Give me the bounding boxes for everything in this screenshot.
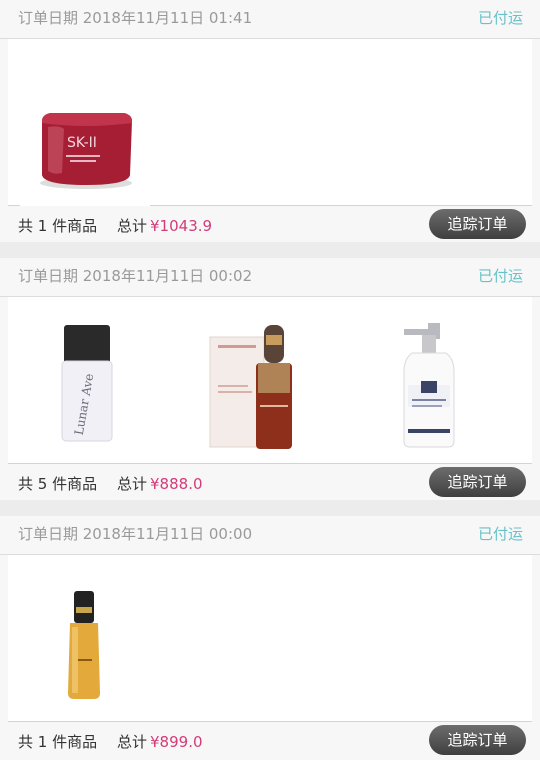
track-order-button[interactable]: 追踪订单 bbox=[429, 209, 526, 239]
item-count: 共 1 件商品 bbox=[18, 217, 98, 235]
total-amount: ¥1043.9 bbox=[150, 217, 213, 235]
sk2-cream-jar-icon: SK-II bbox=[40, 113, 132, 189]
order-footer: 共 5 件商品 总计 ¥888.0 追踪订单 bbox=[0, 464, 540, 502]
product-image[interactable] bbox=[378, 315, 488, 455]
order-total: 总计 ¥888.0 bbox=[117, 473, 203, 494]
order-card: 订单日期 2018年11月11日 01:41 已付运 SK-II 共 1 件商品… bbox=[0, 0, 540, 244]
product-image[interactable] bbox=[198, 315, 308, 455]
product-thumbnails[interactable]: SK-II bbox=[8, 39, 532, 209]
order-total: 总计 ¥899.0 bbox=[117, 731, 203, 752]
svg-text:SK-II: SK-II bbox=[67, 135, 97, 151]
order-header: 订单日期 2018年11月11日 00:00 已付运 bbox=[0, 516, 540, 555]
product-image[interactable] bbox=[18, 563, 152, 713]
gold-serum-bottle-icon bbox=[68, 591, 100, 699]
order-date: 订单日期 2018年11月11日 01:41 bbox=[18, 9, 253, 27]
order-header: 订单日期 2018年11月11日 01:41 已付运 bbox=[0, 0, 540, 39]
order-date: 订单日期 2018年11月11日 00:00 bbox=[18, 525, 253, 543]
order-date: 订单日期 2018年11月11日 00:02 bbox=[18, 267, 253, 285]
pump-lotion-bottle-icon bbox=[403, 323, 455, 448]
order-header: 订单日期 2018年11月11日 00:02 已付运 bbox=[0, 258, 540, 297]
product-thumbnails[interactable]: Lunar Ave bbox=[8, 297, 532, 464]
order-footer: 共 1 件商品 总计 ¥1043.9 追踪订单 bbox=[0, 206, 540, 244]
order-footer: 共 1 件商品 总计 ¥899.0 追踪订单 bbox=[0, 722, 540, 760]
product-thumbnails[interactable] bbox=[8, 555, 532, 722]
order-separator bbox=[0, 500, 540, 516]
total-amount: ¥899.0 bbox=[150, 733, 203, 751]
product-image[interactable]: Lunar Ave bbox=[18, 305, 152, 455]
order-separator bbox=[0, 242, 540, 258]
total-label: 总计 bbox=[117, 733, 148, 751]
order-status: 已付运 bbox=[477, 525, 523, 543]
item-count: 共 5 件商品 bbox=[18, 475, 98, 493]
total-label: 总计 bbox=[117, 217, 148, 235]
order-card: 订单日期 2018年11月11日 00:02 已付运 Lunar Ave 共 5… bbox=[0, 258, 540, 502]
serum-dropper-box-icon bbox=[209, 325, 292, 449]
item-count: 共 1 件商品 bbox=[18, 733, 98, 751]
primer-bottle-icon: Lunar Ave bbox=[61, 325, 113, 442]
product-image[interactable]: SK-II bbox=[20, 63, 150, 209]
order-status: 已付运 bbox=[477, 9, 523, 27]
order-card: 订单日期 2018年11月11日 00:00 已付运 共 1 件商品 总计 ¥89… bbox=[0, 516, 540, 760]
total-label: 总计 bbox=[117, 475, 148, 493]
track-order-button[interactable]: 追踪订单 bbox=[429, 467, 526, 497]
order-status: 已付运 bbox=[477, 267, 523, 285]
total-amount: ¥888.0 bbox=[150, 475, 203, 493]
track-order-button[interactable]: 追踪订单 bbox=[429, 725, 526, 755]
order-total: 总计 ¥1043.9 bbox=[117, 215, 212, 236]
